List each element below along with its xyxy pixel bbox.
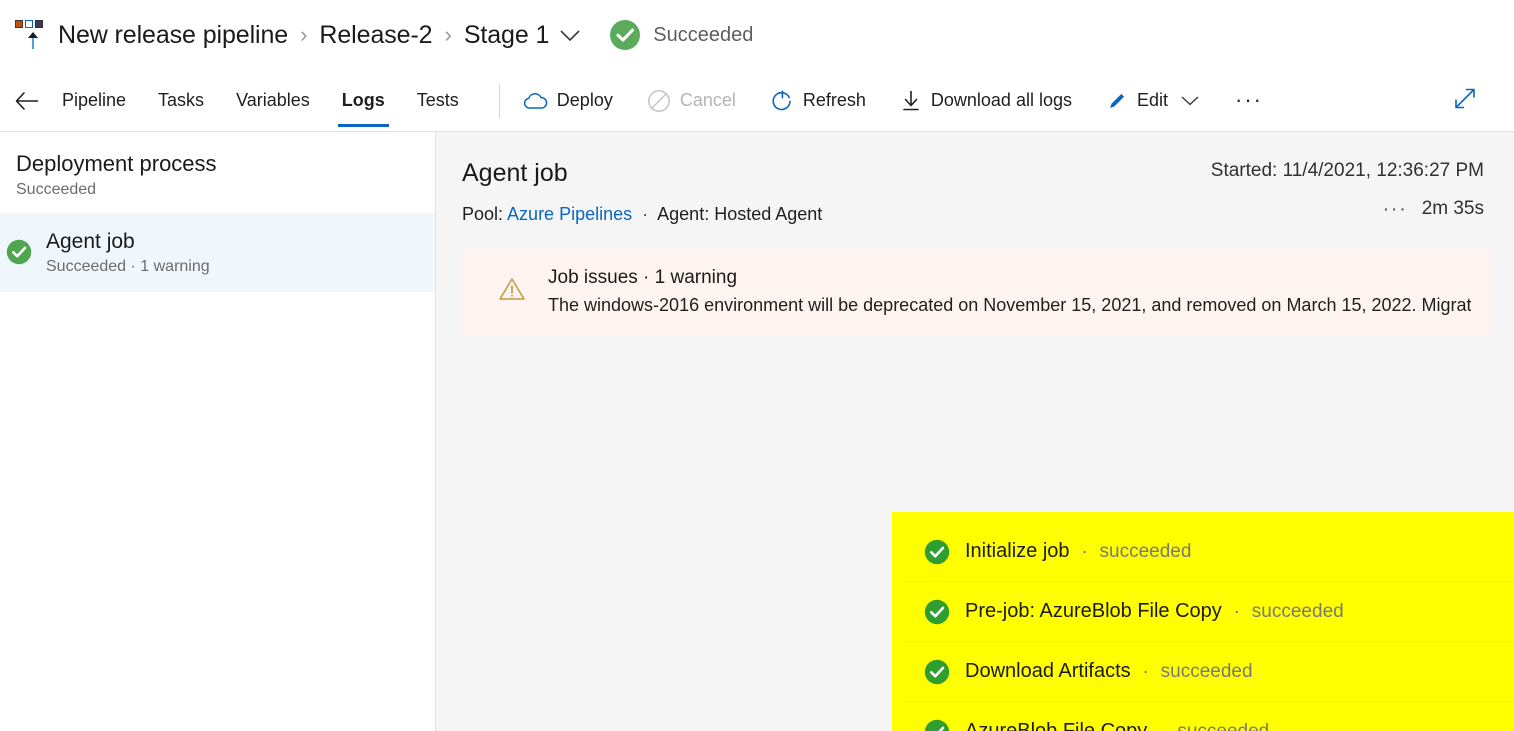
sidebar-item-status: Succeeded · 1 warning (46, 257, 210, 275)
edit-button[interactable]: Edit (1102, 84, 1203, 118)
agent-label: Agent: Hosted Agent (657, 204, 823, 224)
task-status: succeeded (1251, 600, 1344, 622)
pool-link[interactable]: Azure Pipelines (507, 204, 632, 224)
deployment-process-status: Succeeded (16, 180, 97, 198)
chevron-down-icon[interactable] (1181, 95, 1199, 106)
job-more-actions-button[interactable]: ··· (1383, 200, 1408, 219)
job-issues-description: The windows-2016 environment will be dep… (548, 294, 1471, 315)
download-icon (900, 89, 922, 113)
status-badge: Succeeded (609, 19, 753, 51)
tab-tests[interactable]: Tests (415, 84, 461, 118)
job-issues-wrapper: Job issues · 1 warning The windows-2016 … (436, 225, 1514, 336)
page-body: Deployment process Succeeded Agent job S… (0, 132, 1514, 731)
success-check-icon (610, 20, 641, 50)
up-arrow-glyph (28, 32, 38, 49)
job-meta: Pool: Azure Pipelines · Agent: Hosted Ag… (462, 204, 822, 225)
arrow-left-icon[interactable] (14, 88, 40, 114)
tab-variables[interactable]: Variables (234, 84, 312, 118)
task-name: Pre-job: AzureBlob File Copy (965, 600, 1222, 622)
refresh-button-label: Refresh (802, 89, 866, 110)
refresh-button[interactable]: Refresh (766, 83, 870, 119)
job-issues-banner[interactable]: Job issues · 1 warning The windows-2016 … (462, 247, 1491, 336)
expand-diagonal-icon[interactable] (1452, 85, 1478, 116)
job-detail-panel: Agent job Pool: Azure Pipelines · Agent:… (436, 132, 1514, 731)
sidebar-item-agent-job[interactable]: Agent job Succeeded · 1 warning (0, 212, 435, 292)
pencil-icon (1106, 90, 1128, 112)
chevron-down-icon[interactable] (557, 22, 583, 48)
deployment-process-panel: Deployment process Succeeded Agent job S… (0, 132, 436, 731)
cloud-icon (522, 92, 548, 110)
warning-triangle-icon (498, 276, 526, 307)
success-check-icon (6, 239, 32, 265)
task-name: Download Artifacts (965, 660, 1131, 682)
breadcrumb-item-pipeline[interactable]: New release pipeline (58, 21, 288, 50)
success-check-icon (924, 539, 950, 564)
page-title: Deployment process (16, 151, 217, 176)
success-check-icon (924, 599, 950, 624)
tab-tasks[interactable]: Tasks (156, 84, 206, 118)
breadcrumb-item-stage[interactable]: Stage 1 (464, 21, 550, 50)
breadcrumb-item-release[interactable]: Release-2 (319, 21, 432, 50)
task-list-highlight: Initialize job · succeeded 1s Pre-job: A… (892, 512, 1514, 731)
job-started-timestamp: Started: 11/4/2021, 12:36:27 PM (1210, 160, 1484, 181)
job-issues-text: Job issues · 1 warning The windows-2016 … (548, 265, 1471, 318)
cancel-button-label: Cancel (679, 89, 736, 110)
table-row[interactable]: Download Artifacts · succeeded <1s (904, 642, 1514, 702)
download-all-logs-label: Download all logs (930, 89, 1072, 110)
pool-label: Pool: (462, 204, 504, 224)
toolbar: Pipeline Tasks Variables Logs Tests Depl… (0, 70, 1514, 132)
download-all-logs-button[interactable]: Download all logs (896, 83, 1076, 119)
task-status: succeeded (1160, 660, 1253, 682)
task-name: Initialize job (965, 540, 1070, 562)
breadcrumb-bar: New release pipeline › Release-2 › Stage… (0, 0, 1514, 70)
release-pipeline-icon (14, 18, 44, 52)
task-name: AzureBlob File Copy (965, 720, 1148, 731)
task-separator: · (1159, 721, 1166, 731)
table-row[interactable]: Pre-job: AzureBlob File Copy · succeeded… (904, 582, 1514, 642)
sidebar-item-label: Agent job (46, 229, 135, 253)
task-status: succeeded (1099, 540, 1192, 562)
job-title: Agent job (462, 159, 568, 187)
tab-logs[interactable]: Logs (337, 84, 389, 127)
job-detail-header-right: Started: 11/4/2021, 12:36:27 PM ··· 2m 3… (1211, 158, 1484, 220)
sidebar-item-text: Agent job Succeeded · 1 warning (46, 229, 210, 276)
job-detail-header: Agent job Pool: Azure Pipelines · Agent:… (436, 132, 1514, 225)
deployment-process-header: Deployment process Succeeded (0, 150, 435, 213)
job-duration: 2m 35s (1421, 198, 1484, 219)
task-status: succeeded (1177, 720, 1270, 731)
meta-separator: · (642, 204, 649, 224)
deploy-button[interactable]: Deploy (518, 84, 617, 118)
deploy-button-label: Deploy (556, 89, 613, 110)
pipeline-logs-page: New release pipeline › Release-2 › Stage… (0, 0, 1514, 731)
breadcrumb-separator: › (444, 22, 452, 47)
more-actions-button[interactable]: ··· (1229, 87, 1269, 113)
job-issues-title: Job issues · 1 warning (548, 267, 738, 288)
cancel-button: Cancel (643, 83, 740, 119)
success-check-icon (924, 659, 950, 684)
task-separator: · (1081, 541, 1088, 561)
cancel-circle-slash-icon (647, 89, 671, 113)
breadcrumb-separator: › (300, 22, 308, 47)
tab-pipeline[interactable]: Pipeline (60, 84, 128, 118)
task-separator: · (1142, 661, 1149, 681)
status-badge-label: Succeeded (653, 23, 754, 46)
job-duration-line: ··· 2m 35s (1211, 198, 1484, 220)
task-separator: · (1233, 601, 1240, 621)
refresh-icon (770, 89, 794, 113)
table-row[interactable]: AzureBlob File Copy · succeeded 2m 30s (904, 702, 1514, 731)
task-list: Initialize job · succeeded 1s Pre-job: A… (904, 522, 1514, 731)
success-check-icon (924, 719, 950, 731)
table-row[interactable]: Initialize job · succeeded 1s (904, 522, 1514, 582)
toolbar-divider (498, 83, 500, 118)
edit-button-label: Edit (1136, 89, 1169, 110)
job-detail-header-left: Agent job Pool: Azure Pipelines · Agent:… (462, 158, 822, 225)
